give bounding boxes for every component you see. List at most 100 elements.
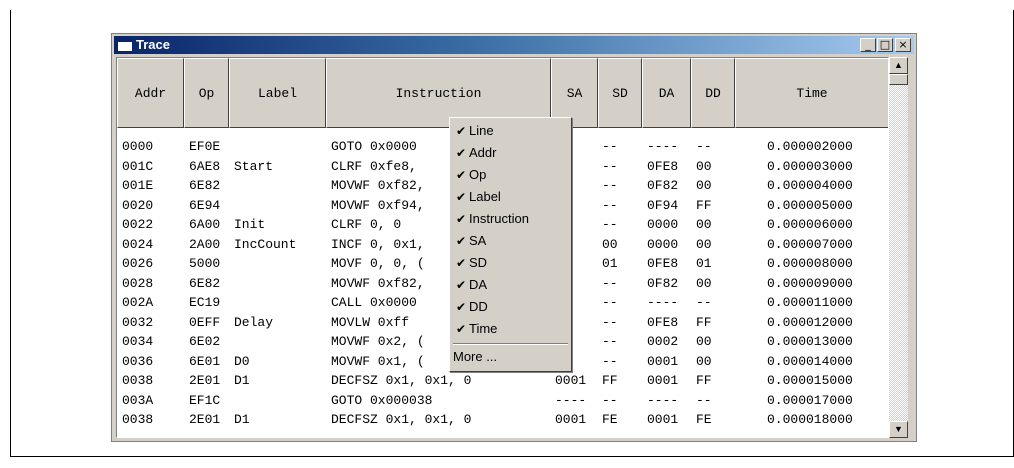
window-icon [117,38,133,52]
menu-item-line[interactable]: ✔ Line [450,121,571,143]
table-cell: CALL 0x0000 [331,295,417,310]
table-cell: FE [696,412,712,427]
table-cell: 0.000006000 [767,217,853,232]
table-cell: 6E01 [189,353,221,369]
table-cell: -- [602,314,618,330]
checkmark-icon: ✔ [456,168,467,182]
table-cell: 2A00 [189,236,221,252]
menu-item-sd[interactable]: ✔ SD [450,253,571,275]
table-cell: 0.000002000 [767,139,853,154]
table-cell: ---- [647,139,679,154]
table-cell: FF [696,373,712,388]
table-cell: 6E82 [189,178,221,193]
scroll-up-button[interactable]: ▲ [889,57,908,74]
table-cell: 01 [602,256,618,271]
table-row[interactable]: 003A EF1C GOTO 0x000038 ---- -- ---- -- 0.00001… [117,392,888,412]
menu-item-dd[interactable]: ✔ DD [450,297,571,319]
column-header-dd[interactable]: DD [691,58,735,128]
table-cell: 00 [696,275,712,291]
table-cell: 0.000012000 [767,314,853,330]
checkmark-icon: ✔ [456,124,467,138]
table-cell: 0.000009000 [767,275,853,291]
table-cell: MOVWF 0xf82, [331,275,425,291]
vertical-scrollbar[interactable]: ▲ ▼ [889,57,908,438]
table-cell: FF [696,314,712,330]
table-cell: 0028 [122,275,154,291]
menu-item-label: SD [469,255,488,270]
table-row[interactable]: 0038 2E01 D1 DECFSZ 0x1, 0x1, 0 0001 FE 0001 FE… [117,411,888,431]
table-cell: MOVWF 0x2, ( [331,334,425,349]
table-cell: INCF 0, 0x1, [331,236,425,252]
table-cell: 0001 [647,373,679,388]
menu-item-label[interactable]: ✔ Label [450,187,571,209]
window-title: Trace [136,37,170,52]
checkmark-icon: ✔ [456,278,467,292]
table-cell: MOVWF 0xf82, [331,178,425,193]
table-cell: Start [234,158,274,174]
column-header-da[interactable]: DA [642,58,691,128]
table-cell: 00 [696,158,712,174]
table-cell: 00 [696,353,712,369]
menu-item-label: Line [469,123,494,138]
maximize-button[interactable]: □ [877,38,893,52]
table-cell: 0.000007000 [767,236,853,252]
table-cell: DECFSZ 0x1, 0x1, 0 [331,412,472,427]
menu-item-op[interactable]: ✔ Op [450,165,571,187]
table-cell: 001C [122,158,154,174]
table-cell: -- [696,295,712,310]
column-header-addr[interactable]: Addr [117,58,184,128]
table-row[interactable]: 0038 2E01 D1 DECFSZ 0x1, 0x1, 0 0001 FF 0001 FF… [117,372,888,392]
title-bar[interactable]: Trace _ □ × [114,36,914,54]
table-cell: IncCount [234,236,297,252]
menu-item-label: SA [469,233,487,248]
menu-item-label: Op [469,167,487,182]
table-cell: 0.000008000 [767,256,853,271]
table-cell: 003A [122,392,154,408]
table-cell: 0001 [647,353,679,369]
table-cell: GOTO 0x0000 [331,139,417,154]
table-cell: 00 [696,236,712,252]
table-cell: 5000 [189,256,221,271]
column-header-label[interactable]: Label [229,58,326,128]
table-cell: GOTO 0x000038 [331,392,433,408]
table-cell: 0.000011000 [767,295,853,310]
menu-item-da[interactable]: ✔ DA [450,275,571,297]
checkmark-icon: ✔ [456,190,467,204]
table-cell: 0.000017000 [767,392,853,408]
table-cell: 00 [696,334,712,349]
table-cell: D1 [234,373,250,388]
menu-item-label: DD [469,299,488,314]
table-cell: -- [602,295,618,310]
table-cell: FF [696,197,712,213]
menu-item-sa[interactable]: ✔ SA [450,231,571,253]
scroll-thumb[interactable] [889,74,908,85]
menu-item-addr[interactable]: ✔ Addr [450,143,571,165]
table-cell: 0024 [122,236,154,252]
table-cell: 0F94 [647,197,679,213]
column-header-time[interactable]: Time [735,58,888,128]
checkmark-icon: ✔ [456,146,467,160]
menu-item-label: DA [469,277,488,292]
table-cell: 002A [122,295,154,310]
menu-item-label: Instruction [469,211,529,226]
scroll-down-button[interactable]: ▼ [889,421,908,438]
minimize-button[interactable]: _ [860,38,876,52]
table-cell: 0.000003000 [767,158,853,174]
close-button[interactable]: × [895,38,911,52]
menu-item-time[interactable]: ✔ Time [450,319,571,341]
column-context-menu: ✔ Time ✔ DD ✔ DA ✔ SD ✔ SA ✔ Instruction ✔ Label ✔ Op ✔ A… [449,117,572,372]
table-cell: 0.000005000 [767,197,853,213]
menu-item-instruction[interactable]: ✔ Instruction [450,209,571,231]
table-cell: 6AE8 [189,158,221,174]
table-cell: -- [602,158,618,174]
table-cell: MOVWF 0x1, ( [331,353,425,369]
checkmark-icon: ✔ [456,212,467,226]
column-header-sd[interactable]: SD [598,58,642,128]
table-cell: 6E82 [189,275,221,291]
menu-item-more[interactable]: More ... [450,347,571,369]
table-cell: -- [602,392,618,408]
table-cell: EF1C [189,392,221,408]
table-cell: 0.000013000 [767,334,853,349]
column-header-op[interactable]: Op [184,58,229,128]
table-cell: 0002 [647,334,679,349]
